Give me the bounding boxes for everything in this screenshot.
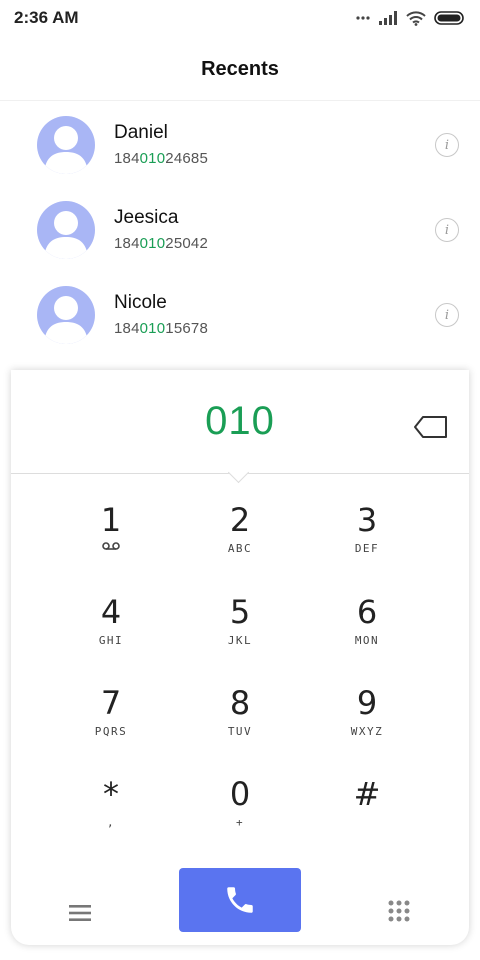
key-9[interactable]: 9 WXYZ — [307, 663, 427, 743]
info-button[interactable]: i — [435, 303, 459, 327]
backspace-icon[interactable] — [413, 414, 449, 440]
contact-name: Nicole — [114, 292, 167, 313]
key-0[interactable]: 0 + — [180, 754, 300, 834]
key-7[interactable]: 7 PQRS — [51, 663, 171, 743]
status-bar: 2:36 AM — [0, 0, 480, 36]
key-5[interactable]: 5 JKL — [180, 572, 300, 652]
list-item[interactable]: Daniel 18401024685 i — [0, 100, 480, 185]
wifi-icon — [406, 10, 426, 26]
info-icon: i — [444, 137, 450, 153]
info-icon: i — [444, 222, 450, 238]
more-dots-icon — [356, 16, 370, 20]
key-1[interactable]: 1 — [51, 480, 171, 560]
page-title: Recents — [201, 57, 279, 80]
info-button[interactable]: i — [435, 218, 459, 242]
battery-icon — [434, 11, 464, 25]
status-time: 2:36 AM — [14, 8, 79, 27]
dialpad-grid-icon[interactable] — [388, 900, 410, 922]
avatar — [37, 116, 95, 174]
avatar — [37, 201, 95, 259]
key-6[interactable]: 6 MON — [307, 572, 427, 652]
person-icon — [44, 211, 88, 259]
key-8[interactable]: 8 TUV — [180, 663, 300, 743]
person-icon — [44, 126, 88, 174]
contact-name: Jeesica — [114, 207, 179, 228]
person-icon — [44, 296, 88, 344]
header: Recents — [0, 44, 480, 94]
phone-icon — [227, 887, 253, 913]
list-item[interactable]: Jeesica 18401025042 i — [0, 185, 480, 270]
dialed-number: 010 — [205, 399, 275, 443]
info-icon: i — [444, 307, 450, 323]
info-button[interactable]: i — [435, 133, 459, 157]
key-4[interactable]: 4 GHI — [51, 572, 171, 652]
list-item[interactable]: Nicole 18401015678 i — [0, 270, 480, 355]
contact-number: 18401015678 — [114, 320, 208, 337]
key-2[interactable]: 2 ABC — [180, 480, 300, 560]
contact-number: 18401025042 — [114, 235, 208, 252]
menu-icon[interactable] — [67, 902, 93, 924]
key-3[interactable]: 3 DEF — [307, 480, 427, 560]
status-icons — [356, 10, 466, 26]
key-hash[interactable]: # — [307, 754, 427, 834]
contact-name: Daniel — [114, 122, 168, 143]
contact-number: 18401024685 — [114, 150, 208, 167]
avatar — [37, 286, 95, 344]
number-display: 010 — [11, 370, 469, 474]
call-button[interactable] — [179, 868, 301, 932]
voicemail-icon — [102, 542, 120, 550]
dialpad-panel: 010 1 2 ABC 3 DEF 4 GHI 5 JKL 6 MON 7 PQ… — [11, 370, 469, 945]
recents-list: Daniel 18401024685 i Jeesica 18401025042… — [0, 100, 480, 355]
signal-icon — [379, 11, 397, 25]
key-star[interactable]: * , — [51, 754, 171, 834]
